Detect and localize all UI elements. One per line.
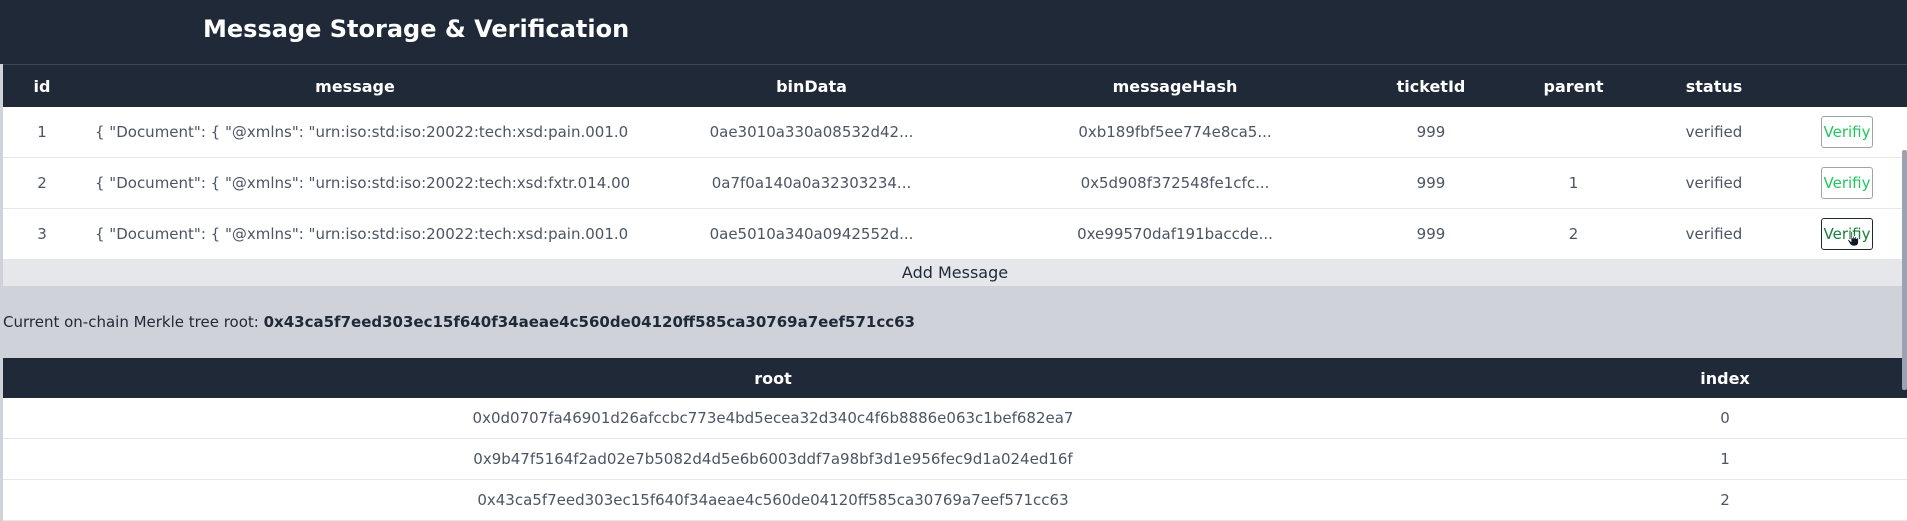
verify-button[interactable]: Verifiy [1821,218,1873,250]
verify-button[interactable]: Verifiy [1821,116,1873,148]
cell-action: Verifiy [1787,107,1907,158]
table-row: 0x0d0707fa46901d26afccbc773e4bd5ecea32d3… [3,398,1907,439]
col-status: status [1641,64,1787,107]
cell-bindata: 0ae5010a340a0942552d... [629,208,994,260]
col-root: root [3,358,1543,398]
merkle-root-label: Current on-chain Merkle tree root: [3,313,264,331]
col-parent: parent [1506,64,1641,107]
cell-message: { "Document": { "@xmlns": "urn:iso:std:i… [81,107,629,158]
messages-table: id message binData messageHash ticketId … [3,64,1907,260]
cell-id: 3 [3,208,81,260]
table-row: 1 { "Document": { "@xmlns": "urn:iso:std… [3,107,1907,158]
col-action [1787,64,1907,107]
col-message: message [81,64,629,107]
cell-messagehash: 0xe99570daf191baccde... [994,208,1356,260]
cell-root: 0x43ca5f7eed303ec15f640f34aeae4c560de041… [3,479,1543,521]
merkle-root-value: 0x43ca5f7eed303ec15f640f34aeae4c560de041… [263,313,915,331]
cell-status: verified [1641,208,1787,260]
cell-ticketid: 999 [1356,157,1506,209]
cell-index: 2 [1543,479,1907,521]
cell-index: 1 [1543,438,1907,480]
verify-button[interactable]: Verifiy [1821,167,1873,199]
cell-status: verified [1641,157,1787,209]
cell-ticketid: 999 [1356,107,1506,158]
app-header: Message Storage & Verification [0,0,1907,64]
cell-root: 0x9b47f5164f2ad02e7b5082d4d5e6b6003ddf7a… [3,438,1543,480]
cell-parent [1506,107,1641,158]
table-row: 2 { "Document": { "@xmlns": "urn:iso:std… [3,157,1907,209]
messages-header-row: id message binData messageHash ticketId … [3,64,1907,107]
add-message-button[interactable]: Add Message [3,260,1907,286]
table-row: 3 { "Document": { "@xmlns": "urn:iso:std… [3,208,1907,260]
page-title: Message Storage & Verification [203,15,630,43]
col-messagehash: messageHash [994,64,1356,107]
cell-messagehash: 0x5d908f372548fe1cfc... [994,157,1356,209]
cell-bindata: 0a7f0a140a0a32303234... [629,157,994,209]
col-id: id [3,64,81,107]
cell-parent: 1 [1506,157,1641,209]
cell-root: 0x0d0707fa46901d26afccbc773e4bd5ecea32d3… [3,398,1543,439]
table-row: 0x9b47f5164f2ad02e7b5082d4d5e6b6003ddf7a… [3,438,1907,480]
merkle-root-line: Current on-chain Merkle tree root: 0x43c… [0,286,1907,358]
cell-id: 1 [3,107,81,158]
roots-table: root index 0x0d0707fa46901d26afccbc773e4… [3,358,1907,521]
cell-index: 0 [1543,398,1907,439]
roots-header-row: root index [3,358,1907,398]
vertical-scrollbar[interactable] [1902,150,1907,390]
cell-message: { "Document": { "@xmlns": "urn:iso:std:i… [81,208,629,260]
cell-messagehash: 0xb189fbf5ee774e8ca5... [994,107,1356,158]
col-bindata: binData [629,64,994,107]
cell-parent: 2 [1506,208,1641,260]
cell-ticketid: 999 [1356,208,1506,260]
cell-action: Verifiy [1787,157,1907,209]
col-index: index [1543,358,1907,398]
cell-id: 2 [3,157,81,209]
cell-message: { "Document": { "@xmlns": "urn:iso:std:i… [81,157,629,209]
table-row: 0x43ca5f7eed303ec15f640f34aeae4c560de041… [3,479,1907,521]
hand-pointer-icon [1847,231,1859,247]
col-ticketid: ticketId [1356,64,1506,107]
cell-action: Verifiy [1787,208,1907,260]
cell-bindata: 0ae3010a330a08532d42... [629,107,994,158]
cell-status: verified [1641,107,1787,158]
